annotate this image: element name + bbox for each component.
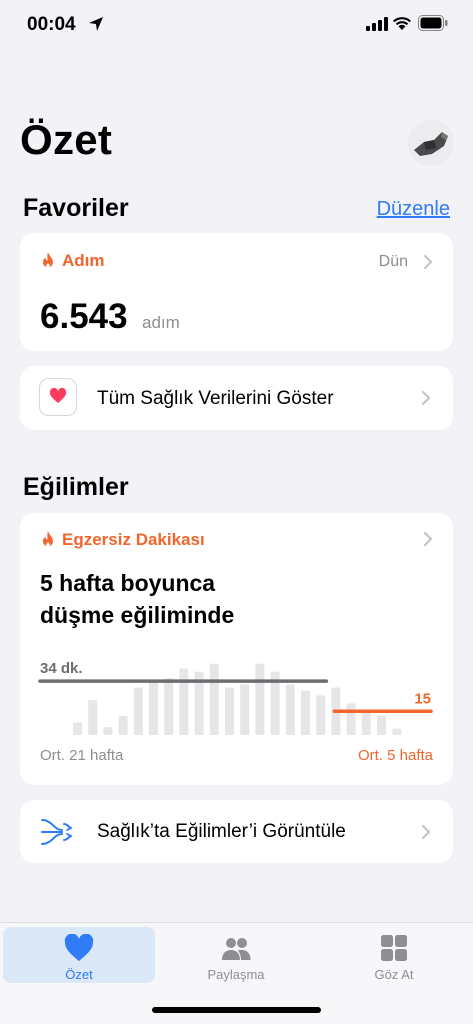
exercise-minutes-label: Egzersiz Dakikası (62, 530, 205, 549)
battery-icon (418, 15, 448, 31)
chart-bar (133, 687, 143, 735)
steps-unit: adım (142, 313, 180, 332)
flame-icon (43, 531, 53, 547)
tab-summary[interactable]: Özet (3, 927, 155, 983)
chart-bar (285, 684, 295, 735)
chart-bar (361, 712, 371, 735)
chart-bar (209, 663, 219, 735)
chart-bar (240, 684, 250, 735)
cellular-signal-icon (366, 17, 388, 31)
chart-bar (73, 722, 82, 735)
chart-bar (225, 687, 234, 735)
exercise-trend-card[interactable]: Egzersiz Dakikası 5 hafta boyunca düşme … (20, 513, 453, 785)
trend-headline-line1: 5 hafta boyunca (40, 570, 216, 596)
chart-bar (346, 703, 356, 735)
steps-label: Adım (62, 251, 105, 270)
tab-sharing[interactable]: Paylaşma (160, 927, 312, 983)
edit-favorites-link[interactable]: Düzenle (377, 198, 450, 221)
chevron-right-icon (421, 824, 431, 840)
trend-headline: 5 hafta boyunca düşme eğiliminde (40, 567, 234, 631)
wifi-icon (393, 17, 411, 30)
tab-sharing-label: Paylaşma (207, 967, 265, 982)
chart-bar (377, 716, 386, 735)
chart-bar (179, 668, 189, 735)
chevron-right-icon (421, 390, 431, 406)
avatar-photo-icon (408, 120, 454, 166)
exercise-trend-chart: 34 dk. 15 (38, 660, 433, 735)
chart-bar (301, 690, 310, 735)
view-health-trends-row[interactable]: Sağlık’ta Eğilimler’i Görüntüle (20, 800, 453, 863)
chart-footer-short-average: Ort. 5 hafta (357, 747, 433, 764)
tab-browse[interactable]: Göz At (318, 927, 470, 983)
steps-card[interactable]: Adım Dün 6.543 adım (20, 233, 453, 351)
show-all-health-data-row[interactable]: Tüm Sağlık Verilerini Göster (20, 366, 453, 430)
chart-bar (149, 681, 158, 735)
chart-bar (392, 728, 402, 735)
chart-bar (164, 678, 174, 735)
view-health-trends-label: Sağlık’ta Eğilimler’i Görüntüle (97, 821, 346, 842)
chevron-right-icon (423, 254, 433, 270)
home-indicator (152, 1007, 321, 1013)
flame-icon (43, 252, 53, 268)
grid-icon (381, 935, 407, 961)
steps-value: 6.543 (40, 297, 128, 336)
favorites-section-title: Favoriler (23, 194, 129, 222)
status-time: 00:04 (27, 14, 76, 35)
health-app-icon (39, 378, 77, 416)
tab-browse-label: Göz At (374, 967, 414, 982)
tab-summary-label: Özet (65, 967, 93, 982)
short-average-label: 15 (414, 690, 431, 707)
heart-icon (64, 934, 94, 961)
chart-bar (103, 727, 113, 735)
chart-bar (88, 700, 98, 735)
chart-bar (118, 716, 128, 735)
trends-arrows-icon (41, 819, 72, 845)
location-arrow-icon (89, 17, 103, 31)
chart-footer-long-average: Ort. 21 hafta (40, 747, 124, 764)
status-bar: 00:04 (0, 0, 473, 50)
trends-section-title: Eğilimler (23, 473, 129, 501)
show-all-health-data-label: Tüm Sağlık Verilerini Göster (97, 388, 334, 409)
chevron-right-icon (423, 531, 433, 547)
trend-headline-line2: düşme eğiliminde (40, 602, 235, 628)
people-icon (222, 938, 251, 960)
steps-date: Dün (378, 253, 408, 270)
page-title: Özet (20, 116, 113, 163)
chart-bar (316, 695, 326, 735)
profile-avatar[interactable] (408, 120, 454, 166)
long-average-label: 34 dk. (40, 660, 83, 677)
chart-bar (255, 663, 265, 735)
